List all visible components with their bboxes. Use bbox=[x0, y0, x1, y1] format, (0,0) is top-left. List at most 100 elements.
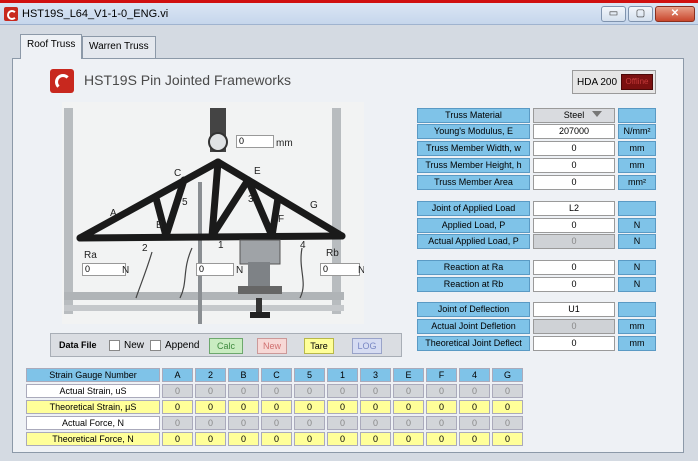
table-cell: 0 bbox=[327, 416, 358, 430]
prop-label-youngs-modulus: Young's Modulus, E bbox=[417, 124, 530, 139]
table-cell: 0 bbox=[393, 416, 424, 430]
calc-button[interactable]: Calc bbox=[209, 338, 243, 354]
close-button[interactable]: ✕ bbox=[655, 6, 695, 22]
table-cell: 0 bbox=[294, 416, 325, 430]
table-cell: 0 bbox=[492, 400, 523, 414]
table-cell: 0 bbox=[360, 400, 391, 414]
label-b: B bbox=[156, 220, 163, 231]
tab-roof-truss[interactable]: Roof Truss bbox=[20, 34, 83, 59]
prop-unit-member-area: mm² bbox=[618, 175, 656, 190]
label-5: 5 bbox=[182, 197, 188, 208]
new-checkbox[interactable] bbox=[109, 340, 120, 351]
applied-load-field[interactable]: 0 bbox=[533, 218, 615, 233]
table-cell: 0 bbox=[426, 432, 457, 446]
member-width-field[interactable]: 0 bbox=[533, 141, 615, 156]
dial-gauge-value: 0 bbox=[236, 135, 274, 148]
table-header-cell: G bbox=[492, 368, 523, 382]
table-cell: 0 bbox=[261, 400, 292, 414]
table-cell: 0 bbox=[360, 416, 391, 430]
label-e: E bbox=[254, 166, 261, 177]
table-header-cell: F bbox=[426, 368, 457, 382]
joint-deflection-field[interactable]: U1 bbox=[533, 302, 615, 317]
prop-label-member-area: Truss Member Area bbox=[417, 175, 530, 190]
prop-unit-reaction-rb: N bbox=[618, 277, 656, 292]
prop-unit-blank bbox=[618, 201, 656, 216]
table-cell: 0 bbox=[360, 384, 391, 398]
label-ra: Ra bbox=[84, 250, 97, 261]
table-cell: 0 bbox=[459, 400, 490, 414]
member-area-field[interactable]: 0 bbox=[533, 175, 615, 190]
table-header-cell: 5 bbox=[294, 368, 325, 382]
table-cell: 0 bbox=[228, 432, 259, 446]
prop-unit-member-height: mm bbox=[618, 158, 656, 173]
reaction-rb-field[interactable]: 0 bbox=[533, 277, 615, 292]
append-checkbox-label: Append bbox=[165, 340, 200, 351]
truss-material-value: Steel bbox=[563, 110, 585, 120]
reaction-rb-unit: N bbox=[358, 265, 364, 276]
append-checkbox[interactable] bbox=[150, 340, 161, 351]
member-height-field[interactable]: 0 bbox=[533, 158, 615, 173]
table-cell: 0 bbox=[261, 432, 292, 446]
table-cell: 0 bbox=[294, 400, 325, 414]
table-cell: 0 bbox=[228, 384, 259, 398]
prop-unit-actual-joint-deflection: mm bbox=[618, 319, 656, 334]
table-header-label: Strain Gauge Number bbox=[26, 368, 160, 382]
log-button[interactable]: LOG bbox=[352, 338, 382, 354]
youngs-modulus-field[interactable]: 207000 bbox=[533, 124, 615, 139]
label-3: 3 bbox=[248, 194, 254, 205]
table-cell: 0 bbox=[228, 416, 259, 430]
table-header-cell: 1 bbox=[327, 368, 358, 382]
prop-label-joint-deflection: Joint of Deflection bbox=[417, 302, 530, 317]
prop-label-truss-material: Truss Material bbox=[417, 108, 530, 123]
prop-label-reaction-rb: Reaction at Rb bbox=[417, 277, 530, 292]
reaction-rb-readout: 0 bbox=[320, 263, 360, 276]
applied-load-unit: N bbox=[236, 265, 244, 276]
theoretical-joint-deflection-field[interactable]: 0 bbox=[533, 336, 615, 351]
table-cell: 0 bbox=[261, 384, 292, 398]
row-label: Actual Force, N bbox=[26, 416, 160, 430]
prop-unit-reaction-ra: N bbox=[618, 260, 656, 275]
label-4: 4 bbox=[300, 240, 306, 251]
minimize-button[interactable]: ▭ bbox=[601, 6, 626, 22]
joint-applied-load-field[interactable]: L2 bbox=[533, 201, 615, 216]
table-header-cell: 2 bbox=[195, 368, 226, 382]
truss-illustration bbox=[62, 102, 364, 324]
actual-applied-load-readout: 0 bbox=[533, 234, 615, 249]
table-cell: 0 bbox=[459, 384, 490, 398]
table-cell: 0 bbox=[195, 432, 226, 446]
table-cell: 0 bbox=[459, 432, 490, 446]
window-title: HST19S_L64_V1-1-0_ENG.vi bbox=[22, 8, 169, 20]
actual-joint-deflection-readout: 0 bbox=[533, 319, 615, 334]
table-cell: 0 bbox=[195, 384, 226, 398]
truss-material-select[interactable]: Steel bbox=[533, 108, 615, 123]
table-cell: 0 bbox=[294, 432, 325, 446]
table-header-cell: C bbox=[261, 368, 292, 382]
data-file-label: Data File bbox=[59, 340, 97, 350]
maximize-button[interactable]: ▢ bbox=[628, 6, 653, 22]
table-cell: 0 bbox=[228, 400, 259, 414]
applied-load-readout: 0 bbox=[196, 263, 234, 276]
table-cell: 0 bbox=[492, 432, 523, 446]
prop-unit-member-width: mm bbox=[618, 141, 656, 156]
reaction-ra-unit: N bbox=[122, 265, 130, 276]
reaction-ra-field[interactable]: 0 bbox=[533, 260, 615, 275]
prop-unit-blank bbox=[618, 302, 656, 317]
table-cell: 0 bbox=[360, 432, 391, 446]
table-header-cell: B bbox=[228, 368, 259, 382]
table-cell: 0 bbox=[393, 384, 424, 398]
table-cell: 0 bbox=[327, 384, 358, 398]
hda-label: HDA 200 bbox=[577, 77, 618, 88]
new-file-button[interactable]: New bbox=[257, 338, 287, 354]
table-header-cell: 4 bbox=[459, 368, 490, 382]
app-logo-icon bbox=[4, 7, 18, 21]
table-cell: 0 bbox=[195, 400, 226, 414]
label-1: 1 bbox=[218, 240, 224, 251]
prop-unit-theoretical-joint-deflection: mm bbox=[618, 336, 656, 351]
prop-label-actual-applied-load: Actual Applied Load, P bbox=[417, 234, 530, 249]
table-cell: 0 bbox=[162, 416, 193, 430]
tab-warren-truss[interactable]: Warren Truss bbox=[82, 36, 156, 58]
data-file-bar: Data File New Append Calc New Tare LOG bbox=[50, 333, 402, 357]
tare-button[interactable]: Tare bbox=[304, 338, 334, 354]
prop-label-theoretical-joint-deflection: Theoretical Joint Deflect bbox=[417, 336, 530, 351]
hda-status-indicator: Offline bbox=[621, 74, 653, 90]
